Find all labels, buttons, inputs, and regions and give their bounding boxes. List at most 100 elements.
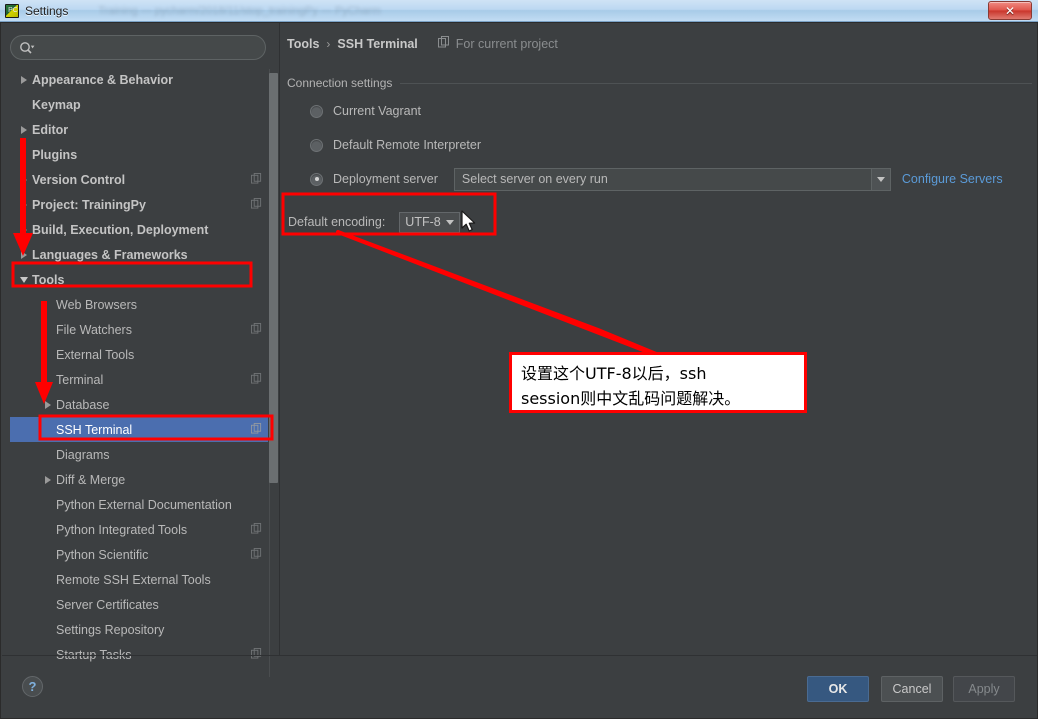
default-encoding-value: UTF-8 xyxy=(405,215,441,229)
connection-settings-group-header: Connection settings xyxy=(287,75,1032,91)
annotation-callout: 设置这个UTF-8以后，ssh session则中文乱码问题解决。 xyxy=(509,352,807,413)
sidebar-item-label: Appearance & Behavior xyxy=(32,72,174,87)
settings-category-tree[interactable]: Appearance & Behavior Keymap Editor Plugins… xyxy=(10,67,268,679)
breadcrumb-separator-icon: › xyxy=(326,37,331,51)
search-input[interactable] xyxy=(35,40,265,55)
copy-settings-icon xyxy=(251,196,262,214)
project-scope-indicator: For current project xyxy=(437,35,558,53)
sidebar-item-label: Diagrams xyxy=(56,447,110,462)
sidebar-item-project-trainingpy[interactable]: Project: TrainingPy xyxy=(10,192,268,217)
sidebar-item-build-execution-deployment[interactable]: Build, Execution, Deployment xyxy=(10,217,268,242)
cancel-button[interactable]: Cancel xyxy=(881,676,943,702)
sidebar-item-python-integrated-tools[interactable]: Python Integrated Tools xyxy=(10,517,268,542)
sidebar-item-settings-repository[interactable]: Settings Repository xyxy=(10,617,268,642)
sidebar-item-label: Project: TrainingPy xyxy=(32,197,146,212)
chevron-right-icon[interactable] xyxy=(40,400,56,409)
footer-divider xyxy=(2,655,1037,656)
title-bar: Settings Training — pycharm/2018/11/stop… xyxy=(0,0,1038,22)
sidebar-item-diagrams[interactable]: Diagrams xyxy=(10,442,268,467)
copy-settings-icon xyxy=(251,546,262,564)
copy-settings-icon xyxy=(251,171,262,189)
chevron-right-icon[interactable] xyxy=(16,200,32,209)
close-button[interactable]: ✕ xyxy=(988,1,1032,20)
default-encoding-row: Default encoding: UTF-8 xyxy=(287,209,1032,235)
sidebar-item-label: Tools xyxy=(32,272,65,287)
chevron-down-icon[interactable] xyxy=(16,276,32,283)
sidebar-item-remote-ssh-external-tools[interactable]: Remote SSH External Tools xyxy=(10,567,268,592)
sidebar-item-web-browsers[interactable]: Web Browsers xyxy=(10,292,268,317)
sidebar-item-label: Web Browsers xyxy=(56,297,138,312)
radio-row-deployment-server[interactable]: Deployment server Select server on every… xyxy=(287,165,1032,193)
chevron-right-icon[interactable] xyxy=(40,475,56,484)
sidebar-item-label: Diff & Merge xyxy=(56,472,126,487)
sidebar-item-label: SSH Terminal xyxy=(56,422,133,437)
chevron-right-icon[interactable] xyxy=(16,75,32,84)
sidebar-item-label: Python Integrated Tools xyxy=(56,522,188,537)
radio-deployment-server[interactable] xyxy=(310,172,323,186)
group-divider xyxy=(400,82,1032,84)
sidebar-item-ssh-terminal[interactable]: SSH Terminal xyxy=(10,417,268,442)
sidebar-item-label: Server Certificates xyxy=(56,597,159,612)
sidebar-item-terminal[interactable]: Terminal xyxy=(10,367,268,392)
sidebar-item-label: Build, Execution, Deployment xyxy=(32,222,209,237)
sidebar-item-tools[interactable]: Tools xyxy=(10,267,268,292)
radio-row-current-vagrant[interactable]: Current Vagrant xyxy=(287,97,1032,125)
sidebar-item-diff-merge[interactable]: Diff & Merge xyxy=(10,467,268,492)
configure-servers-link[interactable]: Configure Servers xyxy=(902,172,1003,186)
copy-settings-icon xyxy=(251,371,262,389)
sidebar-item-languages-frameworks[interactable]: Languages & Frameworks xyxy=(10,242,268,267)
pycharm-logo-icon xyxy=(5,3,20,18)
sidebar-item-label: Remote SSH External Tools xyxy=(56,572,211,587)
project-scope-label: For current project xyxy=(455,37,558,51)
breadcrumb-current: SSH Terminal xyxy=(337,37,418,51)
sidebar-item-database[interactable]: Database xyxy=(10,392,268,417)
breadcrumb: Tools › SSH Terminal For current project xyxy=(287,33,1032,55)
sidebar-item-label: Version Control xyxy=(32,172,126,187)
sidebar-item-label: External Tools xyxy=(56,347,135,362)
sidebar-item-external-tools[interactable]: External Tools xyxy=(10,342,268,367)
sidebar-item-keymap[interactable]: Keymap xyxy=(10,92,268,117)
search-box[interactable] xyxy=(10,35,266,60)
pane-divider xyxy=(279,23,280,655)
sidebar-item-file-watchers[interactable]: File Watchers xyxy=(10,317,268,342)
settings-dialog-window: Settings Training — pycharm/2018/11/stop… xyxy=(0,0,1038,719)
help-button[interactable]: ? xyxy=(22,676,43,697)
chevron-right-icon[interactable] xyxy=(16,250,32,259)
chevron-down-icon xyxy=(445,219,454,225)
server-select-value: Select server on every run xyxy=(461,172,608,186)
breadcrumb-root[interactable]: Tools xyxy=(287,37,319,51)
default-encoding-dropdown[interactable]: UTF-8 xyxy=(399,211,460,233)
radio-default-remote-interpreter[interactable] xyxy=(310,138,323,152)
copy-settings-icon xyxy=(251,421,262,439)
sidebar-item-label: Database xyxy=(56,397,110,412)
sidebar-item-plugins[interactable]: Plugins xyxy=(10,142,268,167)
copy-settings-icon xyxy=(437,35,450,53)
sidebar-item-label: Keymap xyxy=(32,97,81,112)
sidebar-item-label: Python External Documentation xyxy=(56,497,232,512)
sidebar-item-version-control[interactable]: Version Control xyxy=(10,167,268,192)
radio-row-default-remote-interpreter[interactable]: Default Remote Interpreter xyxy=(287,131,1032,159)
background-window-title: Training — pycharm/2018/11/stop_training… xyxy=(98,4,381,17)
sidebar-item-label: Languages & Frameworks xyxy=(32,247,188,262)
annotation-callout-line1: 设置这个UTF-8以后，ssh xyxy=(521,364,707,383)
settings-content-pane: Tools › SSH Terminal For current project… xyxy=(287,33,1032,235)
chevron-right-icon[interactable] xyxy=(16,175,32,184)
sidebar-item-python-external-documentation[interactable]: Python External Documentation xyxy=(10,492,268,517)
radio-current-vagrant[interactable] xyxy=(310,104,323,118)
sidebar-scrollbar-thumb[interactable] xyxy=(269,73,278,483)
window-title: Settings xyxy=(25,3,69,18)
sidebar-item-appearance-behavior[interactable]: Appearance & Behavior xyxy=(10,67,268,92)
radio-label-current-vagrant: Current Vagrant xyxy=(333,104,422,118)
chevron-right-icon[interactable] xyxy=(16,225,32,234)
ok-button[interactable]: OK xyxy=(807,676,869,702)
server-select-dropdown[interactable]: Select server on every run xyxy=(453,167,891,191)
chevron-down-icon[interactable] xyxy=(870,168,890,190)
chevron-right-icon[interactable] xyxy=(16,125,32,134)
apply-button[interactable]: Apply xyxy=(953,676,1015,702)
sidebar-item-label: Python Scientific xyxy=(56,547,149,562)
sidebar-item-label: Editor xyxy=(32,122,69,137)
sidebar-item-label: File Watchers xyxy=(56,322,132,337)
sidebar-item-editor[interactable]: Editor xyxy=(10,117,268,142)
sidebar-item-server-certificates[interactable]: Server Certificates xyxy=(10,592,268,617)
sidebar-item-python-scientific[interactable]: Python Scientific xyxy=(10,542,268,567)
